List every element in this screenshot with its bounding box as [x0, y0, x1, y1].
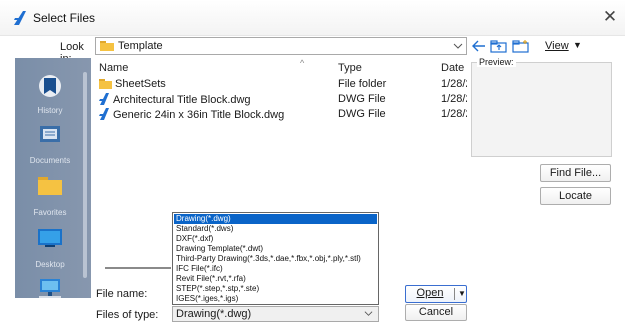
- title-bar: Select Files ✕: [0, 0, 625, 36]
- preview-label: Preview:: [477, 57, 516, 67]
- up-folder-icon[interactable]: [490, 39, 508, 53]
- file-date: 1/28/2: [441, 93, 467, 105]
- dropdown-option[interactable]: DXF(*.dxf): [174, 234, 377, 244]
- favorites-folder-icon: [38, 177, 62, 195]
- file-row[interactable]: SheetSets File folder 1/28/2: [95, 78, 467, 93]
- place-desktop[interactable]: Desktop: [15, 226, 85, 269]
- dropdown-option[interactable]: STEP(*.step,*.stp,*.ste): [174, 284, 377, 294]
- dropdown-option[interactable]: IGES(*.iges,*.igs): [174, 294, 377, 304]
- chevron-down-icon: [364, 311, 373, 316]
- open-button[interactable]: Open ▼: [405, 285, 467, 303]
- view-menu[interactable]: View: [545, 40, 569, 52]
- files-of-type-dropdown[interactable]: Drawing(*.dwg) Standard(*.dws) DXF(*.dxf…: [172, 212, 379, 305]
- file-type: DWG File: [338, 93, 386, 105]
- folder-icon: [100, 41, 114, 51]
- find-file-button[interactable]: Find File...: [540, 164, 611, 182]
- view-dropdown-arrow[interactable]: ▼: [573, 40, 582, 50]
- close-button[interactable]: ✕: [599, 6, 621, 28]
- pane-splitter[interactable]: [105, 267, 171, 269]
- column-type[interactable]: Type: [338, 62, 362, 74]
- app-logo-icon: [14, 11, 26, 25]
- sort-ascending-icon: ^: [300, 58, 305, 68]
- place-favorites-label: Favorites: [33, 208, 67, 217]
- open-separator: [454, 288, 455, 300]
- window-title: Select Files: [33, 11, 96, 25]
- create-folder-icon[interactable]: [512, 39, 530, 53]
- look-in-combo[interactable]: Template: [95, 37, 467, 55]
- dropdown-option[interactable]: Standard(*.dws): [174, 224, 377, 234]
- dropdown-option[interactable]: Drawing Template(*.dwt): [174, 244, 377, 254]
- locate-label: Locate: [558, 190, 593, 202]
- find-file-label: Find File...: [549, 167, 602, 179]
- desktop-icon: [38, 229, 62, 247]
- file-name: SheetSets: [115, 78, 166, 90]
- documents-icon: [40, 126, 60, 142]
- place-history-label: History: [37, 106, 63, 115]
- place-documents[interactable]: Documents: [15, 120, 85, 165]
- files-of-type-value: Drawing(*.dwg): [176, 308, 252, 320]
- place-history[interactable]: History: [15, 68, 85, 115]
- places-bar: History Documents Favorites Desktop: [15, 58, 91, 298]
- dropdown-option[interactable]: Third-Party Drawing(*.3ds,*.dae,*.fbx,*.…: [174, 254, 377, 264]
- dwg-icon: [99, 108, 109, 120]
- folder-icon: [99, 79, 112, 89]
- file-row[interactable]: Generic 24in x 36in Title Block.dwg DWG …: [95, 108, 467, 123]
- cancel-button[interactable]: Cancel: [405, 304, 467, 321]
- view-menu-label: View: [545, 40, 569, 52]
- open-label: Open: [416, 287, 444, 299]
- chevron-down-icon: [453, 43, 463, 49]
- place-documents-label: Documents: [29, 156, 71, 165]
- file-date: 1/28/2: [441, 78, 467, 90]
- place-network[interactable]: [15, 276, 85, 298]
- place-favorites[interactable]: Favorites: [15, 174, 85, 217]
- dropdown-option[interactable]: Revit File(*.rvt,*.rfa): [174, 274, 377, 284]
- locate-button[interactable]: Locate: [540, 187, 611, 205]
- file-name: Generic 24in x 36in Title Block.dwg: [113, 109, 285, 121]
- column-date[interactable]: Date r: [441, 62, 467, 74]
- cancel-label: Cancel: [418, 306, 454, 318]
- file-date: 1/28/2: [441, 108, 467, 120]
- history-icon: [39, 75, 61, 97]
- dwg-icon: [99, 93, 109, 105]
- open-dropdown-arrow[interactable]: ▼: [458, 289, 466, 298]
- dropdown-option[interactable]: Drawing(*.dwg): [174, 214, 377, 224]
- file-type: DWG File: [338, 108, 386, 120]
- file-row[interactable]: Architectural Title Block.dwg DWG File 1…: [95, 93, 467, 108]
- back-icon[interactable]: [472, 39, 486, 53]
- preview-pane: [471, 62, 612, 157]
- dropdown-option[interactable]: IFC File(*.ifc): [174, 264, 377, 274]
- network-icon: [39, 279, 61, 298]
- file-name: Architectural Title Block.dwg: [113, 94, 251, 106]
- column-name[interactable]: Name: [99, 62, 128, 74]
- file-type: File folder: [338, 78, 387, 90]
- look-in-value: Template: [118, 40, 163, 52]
- files-of-type-select[interactable]: Drawing(*.dwg): [172, 306, 379, 322]
- file-name-label: File name:: [96, 288, 148, 300]
- place-desktop-label: Desktop: [35, 260, 65, 269]
- files-of-type-label: Files of type:: [96, 309, 159, 321]
